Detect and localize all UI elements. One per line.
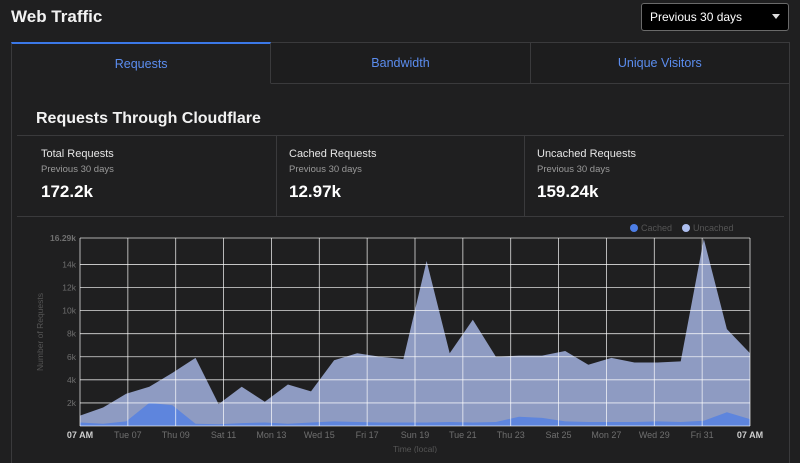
x-tick-label: Mon 27 xyxy=(591,430,621,440)
x-tick-label: Thu 23 xyxy=(497,430,525,440)
y-tick-label: 14k xyxy=(62,259,76,269)
x-tick-label: Thu 09 xyxy=(162,430,190,440)
y-tick-label: 6k xyxy=(67,352,77,362)
legend-label-uncached: Uncached xyxy=(693,223,734,233)
x-tick-label: 07 AM xyxy=(737,430,763,440)
y-tick-label: 12k xyxy=(62,283,76,293)
x-axis-title: Time (local) xyxy=(393,444,437,453)
x-tick-label: Wed 29 xyxy=(639,430,670,440)
legend-label-cached: Cached xyxy=(641,223,672,233)
x-tick-label: Fri 17 xyxy=(356,430,379,440)
x-tick-label: Sat 25 xyxy=(546,430,572,440)
x-tick-label: Wed 15 xyxy=(304,430,335,440)
x-tick-label: Sun 19 xyxy=(401,430,430,440)
legend-swatch-cached xyxy=(630,224,638,232)
x-tick-label: Mon 13 xyxy=(256,430,286,440)
x-tick-label: Fri 31 xyxy=(691,430,714,440)
legend-swatch-uncached xyxy=(682,224,690,232)
y-tick-label: 8k xyxy=(67,329,77,339)
y-axis-title: Number of Requests xyxy=(35,293,45,371)
y-tick-label: 10k xyxy=(62,306,76,316)
x-tick-label: 07 AM xyxy=(67,430,93,440)
y-tick-label: 4k xyxy=(67,375,77,385)
y-tick-label: 2k xyxy=(67,398,77,408)
y-tick-label: 16.29k xyxy=(50,233,76,243)
x-tick-label: Tue 21 xyxy=(449,430,477,440)
requests-area-chart: 2k 4k 6k 8k 10k 12k 14k 16.29k 07 AM Tue 07 Thu 09… xyxy=(35,223,763,453)
x-tick-label: Sat 11 xyxy=(211,430,236,440)
x-tick-label: Tue 07 xyxy=(114,430,142,440)
